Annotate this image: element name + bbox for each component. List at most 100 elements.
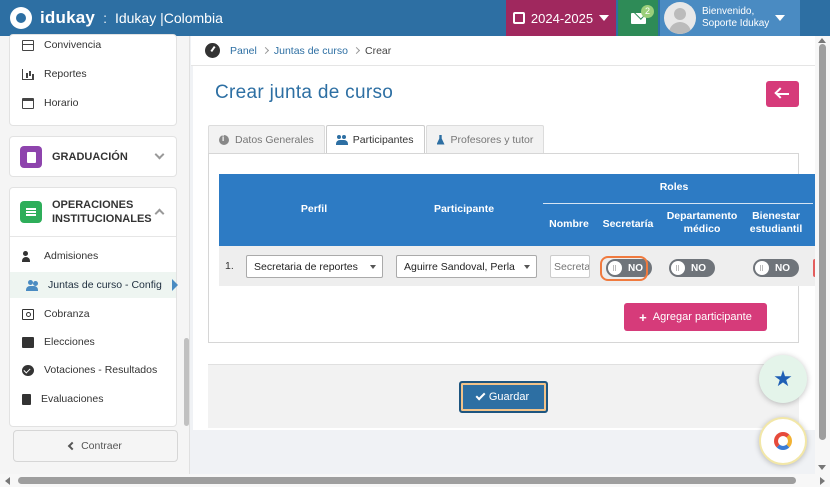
header-secretaria: Secretaría <box>602 218 654 230</box>
bienestar-estudiantil-toggle[interactable]: NO <box>753 259 799 277</box>
save-label: Guardar <box>488 391 530 403</box>
sidebar-item-cobranza[interactable]: Cobranza <box>22 308 90 320</box>
idukay-assistant-icon <box>774 432 792 450</box>
section-label-line2: INSTITUCIONALES <box>52 213 152 225</box>
school-year-selector[interactable]: 2024-2025 <box>506 0 616 36</box>
participante-select-value: Aguirre Sandoval, Perla <box>404 260 515 273</box>
calendar-icon <box>22 97 34 109</box>
perfil-select[interactable]: Secretaria de reportes <box>246 255 383 278</box>
sidebar-item-admisiones[interactable]: Admisiones <box>22 250 98 262</box>
roles-divider <box>543 203 813 204</box>
chevron-down-icon <box>775 15 786 21</box>
table-row: 1. Secretaria de reportes Aguirre Sandov… <box>219 246 815 286</box>
participantes-panel: Perfil Participante Roles Nombre Secreta… <box>208 153 815 343</box>
add-participant-button[interactable]: + Agregar participante <box>624 303 767 331</box>
sidebar: Convivencia Reportes Horario GRADUACIÓN … <box>0 34 190 474</box>
tab-label: Datos Generales <box>235 133 314 146</box>
star-icon: ★ <box>773 366 793 391</box>
section-header[interactable]: OPERACIONES INSTITUCIONALES <box>20 198 152 226</box>
top-navbar: idukay : Idukay |Colombia 2024-2025 2 Bi… <box>0 0 830 36</box>
scroll-right-icon[interactable] <box>820 477 825 485</box>
nombre-input[interactable] <box>550 255 590 278</box>
avatar <box>664 2 696 34</box>
collapse-sidebar-button[interactable]: Contraer <box>13 430 178 462</box>
chevron-right-icon <box>352 46 361 55</box>
bar-chart-icon <box>22 68 34 80</box>
sidebar-item-label: Admisiones <box>44 250 99 262</box>
list-icon <box>20 201 42 223</box>
departamento-medico-toggle[interactable]: NO <box>669 259 715 277</box>
chevron-down-icon <box>370 265 376 269</box>
row-number: 1. <box>225 260 234 272</box>
horizontal-scroll-thumb[interactable] <box>18 477 796 484</box>
scroll-up-icon[interactable] <box>818 38 826 43</box>
tab-profesores-tutor[interactable]: Profesores y tutor <box>425 125 545 153</box>
sidebar-item-votaciones[interactable]: Votaciones - Resultados <box>22 364 157 376</box>
toggle-label: NO <box>775 262 790 274</box>
messages-button[interactable]: 2 <box>618 0 658 36</box>
brand-separator: : <box>103 10 107 26</box>
vertical-scroll-thumb[interactable] <box>819 44 826 440</box>
tab-participantes[interactable]: Participantes <box>325 125 425 154</box>
sidebar-item-label: Evaluaciones <box>41 393 104 405</box>
header-perfil: Perfil <box>300 203 328 215</box>
plus-icon: + <box>639 309 647 325</box>
add-participant-label: Agregar participante <box>652 311 752 323</box>
sidebar-item-evaluaciones[interactable]: Evaluaciones <box>22 393 103 405</box>
participante-select[interactable]: Aguirre Sandoval, Perla <box>396 255 537 278</box>
tab-datos-generales[interactable]: Datos Generales <box>208 125 325 153</box>
page-horizontal-scrollbar[interactable] <box>0 474 830 487</box>
section-label: GRADUACIÓN <box>52 151 128 163</box>
sidebar-section-graduacion[interactable]: GRADUACIÓN <box>9 136 177 177</box>
arrow-left-icon <box>776 93 789 95</box>
sidebar-scrollbar[interactable] <box>184 338 189 426</box>
breadcrumb-juntas[interactable]: Juntas de curso <box>274 45 348 57</box>
sidebar-item-horario[interactable]: Horario <box>22 97 78 109</box>
back-button[interactable] <box>766 81 799 107</box>
idukay-logo-icon <box>10 7 32 29</box>
form-footer: Guardar <box>208 364 799 428</box>
favorites-fab[interactable]: ★ <box>759 355 807 403</box>
toggle-knob <box>671 261 685 275</box>
archive-icon <box>22 336 34 348</box>
active-indicator-arrow-icon <box>172 279 178 291</box>
header-bienestar-line1: Bienestar <box>752 210 800 222</box>
breadcrumb: Panel Juntas de curso Crear <box>191 36 815 66</box>
breadcrumb-panel[interactable]: Panel <box>230 45 257 57</box>
school-year-value: 2024-2025 <box>530 10 594 26</box>
header-bienestar-estudiantil: Bienestar estudiantil <box>745 210 807 236</box>
users-icon <box>26 279 38 291</box>
table-header: Perfil Participante Roles Nombre Secreta… <box>219 174 815 246</box>
users-icon <box>335 135 348 145</box>
flask-icon <box>436 134 445 145</box>
header-departamento-line2: médico <box>683 223 721 235</box>
scroll-left-icon[interactable] <box>5 477 10 485</box>
main-content: Crear junta de curso Datos Generales Par… <box>193 66 815 430</box>
school-name: Idukay |Colombia <box>114 10 223 26</box>
sidebar-item-elecciones[interactable]: Elecciones <box>22 336 95 348</box>
sidebar-item-convivencia[interactable]: Convivencia <box>22 39 101 51</box>
header-participante: Participante <box>433 203 495 215</box>
chevron-left-icon <box>67 441 77 451</box>
sidebar-top-card: Convivencia Reportes Horario <box>9 34 177 126</box>
sidebar-item-reportes[interactable]: Reportes <box>22 68 87 80</box>
brand[interactable]: idukay : Idukay |Colombia <box>10 0 223 36</box>
page-vertical-scrollbar[interactable] <box>815 36 830 474</box>
page-title: Crear junta de curso <box>215 82 394 103</box>
toggle-label: NO <box>691 262 706 274</box>
sidebar-item-juntas-de-curso[interactable]: Juntas de curso - Config <box>10 272 176 298</box>
chevron-right-icon <box>261 46 269 55</box>
tabs: Datos Generales Participantes Profesores… <box>208 125 545 154</box>
sidebar-item-label: Votaciones - Resultados <box>44 364 158 376</box>
focus-highlight <box>600 256 648 281</box>
money-icon <box>22 308 34 320</box>
header-roles: Roles <box>659 181 689 193</box>
messages-badge: 2 <box>641 5 654 18</box>
save-button[interactable]: Guardar <box>459 381 548 413</box>
sidebar-item-label: Horario <box>44 97 79 109</box>
scroll-down-icon[interactable] <box>818 465 826 470</box>
assistant-fab[interactable] <box>759 417 807 465</box>
user-menu[interactable]: Bienvenido, Soporte Idukay <box>660 0 800 36</box>
sidebar-section-operaciones: OPERACIONES INSTITUCIONALES Admisiones J… <box>9 187 177 427</box>
participants-table: Perfil Participante Roles Nombre Secreta… <box>219 174 815 286</box>
